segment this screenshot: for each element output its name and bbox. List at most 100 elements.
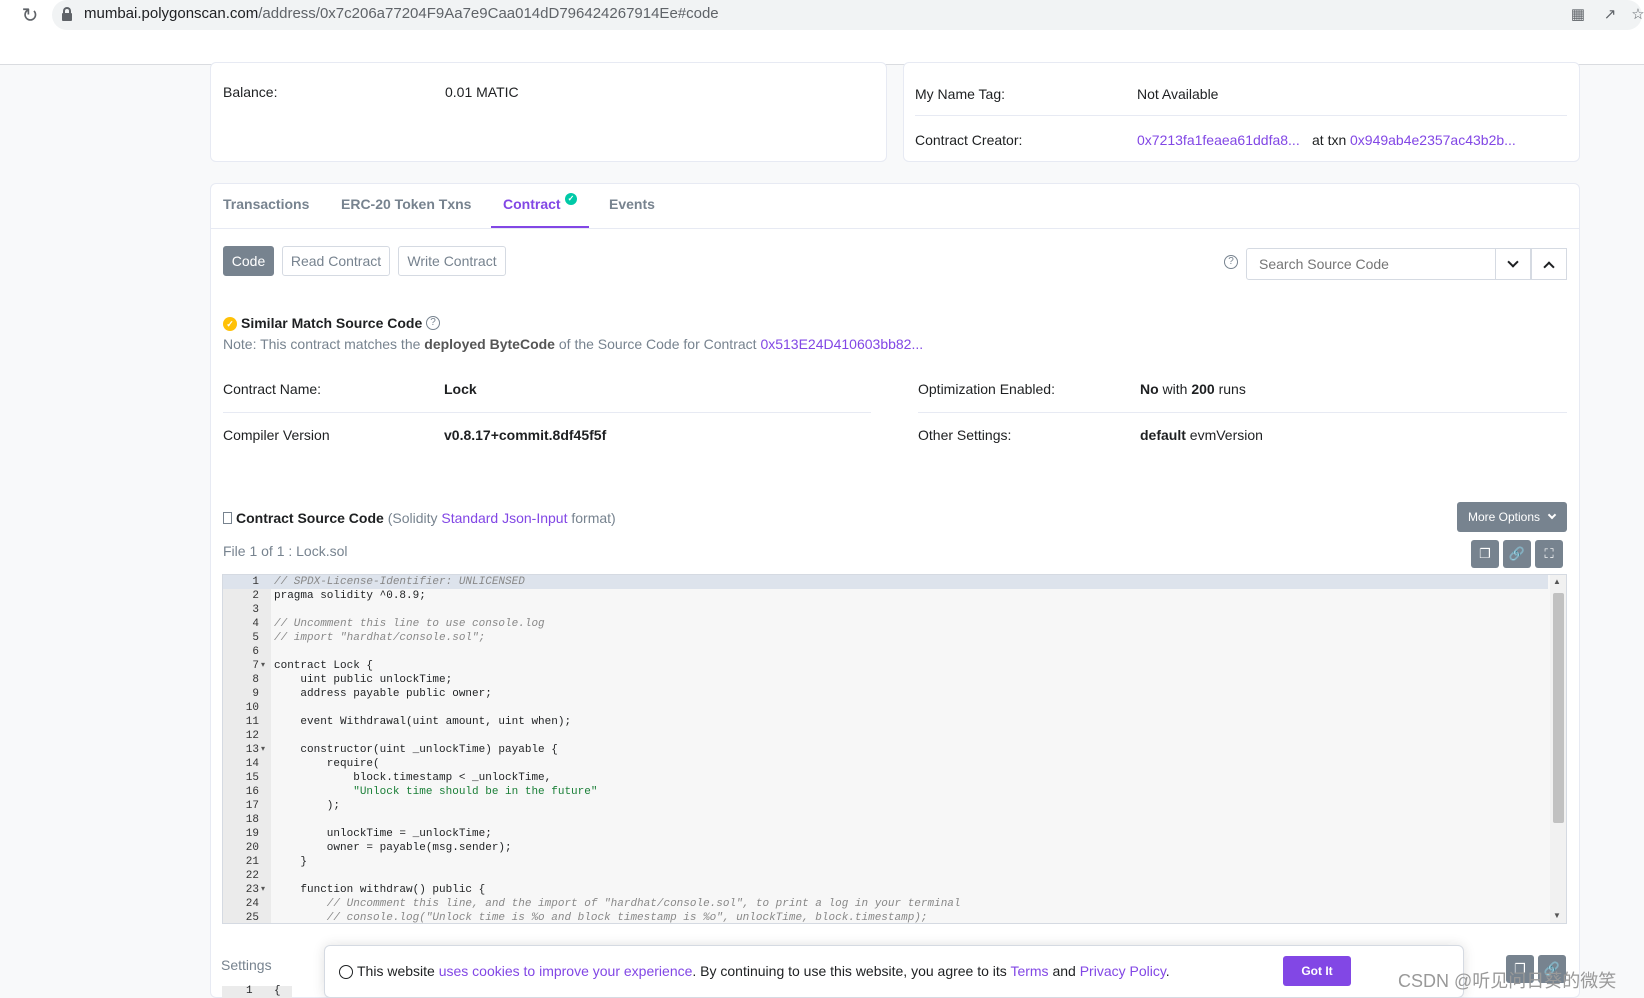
code-line[interactable]: 21 }: [223, 855, 1548, 869]
line-number: 8: [252, 674, 259, 686]
tab-erc20-token-txns[interactable]: ERC-20 Token Txns: [341, 196, 471, 212]
code-line[interactable]: 16 "Unlock time should be in the future": [223, 785, 1548, 799]
code-line[interactable]: 9 address payable public owner;: [223, 687, 1548, 701]
fullscreen-icon[interactable]: ⛶: [1535, 540, 1563, 568]
code-line[interactable]: 6: [223, 645, 1548, 659]
code-line[interactable]: 1 // SPDX-License-Identifier: UNLICENSED: [223, 575, 1548, 589]
more-options-button[interactable]: More Options: [1457, 502, 1567, 532]
translate-icon[interactable]: ▦: [1568, 5, 1588, 25]
code-line[interactable]: 14 require(: [223, 757, 1548, 771]
code-line[interactable]: 4 // Uncomment this line to use console.l…: [223, 617, 1548, 631]
file-icon: [223, 512, 232, 524]
active-tab-indicator: [491, 226, 589, 228]
match-check-icon: ✓: [223, 317, 237, 331]
reload-icon[interactable]: ↻: [18, 4, 42, 28]
code-line[interactable]: 19 unlockTime = _unlockTime;: [223, 827, 1548, 841]
code-text: unlockTime = _unlockTime;: [274, 828, 492, 840]
help-icon[interactable]: ?: [1224, 255, 1238, 269]
copy-icon[interactable]: ❐: [1471, 540, 1499, 568]
line-number: 14: [245, 758, 259, 770]
code-line[interactable]: 11 event Withdrawal(uint amount, uint wh…: [223, 715, 1548, 729]
share-icon[interactable]: ↗: [1600, 5, 1620, 25]
fold-icon[interactable]: ▾: [261, 883, 265, 897]
code-line[interactable]: 17 );: [223, 799, 1548, 813]
contract-source-code-heading: Contract Source Code (Solidity Standard …: [223, 510, 616, 526]
code-editor[interactable]: 1// SPDX-License-Identifier: UNLICENSED 2…: [222, 574, 1567, 924]
code-line[interactable]: 2 pragma solidity ^0.8.9;: [223, 589, 1548, 603]
match-contract-link[interactable]: 0x513E24D410603bb82...: [760, 336, 923, 352]
code-line[interactable]: 10: [223, 701, 1548, 715]
code-line[interactable]: 23 ▾ function withdraw() public {: [223, 883, 1548, 897]
line-number: 1: [252, 576, 259, 588]
code-line[interactable]: 18: [223, 813, 1548, 827]
code-line[interactable]: 22: [223, 869, 1548, 883]
code-line[interactable]: 13 ▾ constructor(uint _unlockTime) payabl…: [223, 743, 1548, 757]
lock-icon[interactable]: [62, 7, 72, 21]
code-line[interactable]: 15 block.timestamp < _unlockTime,: [223, 771, 1548, 785]
contract-creator-label: Contract Creator:: [915, 132, 1023, 148]
read-contract-button[interactable]: Read Contract: [282, 246, 390, 276]
url-text[interactable]: mumbai.polygonscan.com/address/0x7c206a7…: [84, 5, 719, 22]
name-tag-value: Not Available: [1137, 86, 1219, 102]
overview-card: [210, 62, 887, 162]
line-number: 15: [245, 772, 259, 784]
browser-toolbar: ↻ mumbai.polygonscan.com/address/0x7c206…: [0, 0, 1644, 65]
line-number: 11: [245, 716, 259, 728]
tab-contract[interactable]: Contract: [503, 196, 561, 212]
code-line[interactable]: 24 // Uncomment this line, and the impor…: [223, 897, 1548, 911]
settings-editor[interactable]: 1 {: [222, 985, 292, 998]
line-number: 5: [252, 632, 259, 644]
code-line[interactable]: 20 owner = payable(msg.sender);: [223, 841, 1548, 855]
compiler-version-label: Compiler Version: [223, 427, 330, 443]
settings-code: {: [274, 985, 281, 997]
scrollbar-thumb[interactable]: [1553, 593, 1564, 823]
fold-icon[interactable]: ▾: [261, 659, 265, 673]
cookie-icon: [339, 965, 353, 979]
code-button[interactable]: Code: [223, 246, 274, 276]
code-text: function withdraw() public {: [274, 884, 486, 896]
creator-txn-link[interactable]: 0x949ab4e2357ac43b2b...: [1350, 132, 1516, 148]
code-text: owner = payable(msg.sender);: [274, 842, 512, 854]
cookie-text: This website uses cookies to improve you…: [357, 963, 1170, 979]
code-text: // Uncomment this line to use console.lo…: [274, 618, 545, 630]
code-line[interactable]: 12: [223, 729, 1548, 743]
creator-address-link[interactable]: 0x7213fa1feaea61ddfa8...: [1137, 132, 1300, 148]
scroll-down-icon[interactable]: ▼: [1553, 911, 1561, 920]
search-next-button[interactable]: [1495, 248, 1531, 280]
line-number: 6: [252, 646, 259, 658]
search-source-code-input[interactable]: [1246, 248, 1496, 280]
balance-label: Balance:: [223, 84, 278, 100]
line-number: 2: [252, 590, 259, 602]
scroll-up-icon[interactable]: ▲: [1553, 577, 1561, 586]
privacy-policy-link[interactable]: Privacy Policy: [1080, 963, 1166, 979]
code-line[interactable]: 7 ▾ contract Lock {: [223, 659, 1548, 673]
tabs-divider: [211, 228, 1579, 229]
compiler-version-value: v0.8.17+commit.8df45f5f: [444, 427, 607, 443]
got-it-button[interactable]: Got It: [1283, 956, 1351, 986]
fold-icon[interactable]: ▾: [261, 743, 265, 757]
code-text: pragma solidity ^0.8.9;: [274, 590, 426, 602]
link-icon[interactable]: 🔗: [1503, 540, 1531, 568]
match-help-icon[interactable]: ?: [426, 316, 440, 330]
bookmark-star-icon[interactable]: ☆: [1628, 5, 1644, 25]
verified-check-icon: ✓: [565, 193, 577, 205]
standard-json-input-link[interactable]: Standard Json-Input: [441, 510, 567, 526]
code-line[interactable]: 25 // console.log("Unlock time is %o and…: [223, 911, 1548, 923]
code-text: block.timestamp < _unlockTime,: [274, 772, 552, 784]
chevron-down-icon: [1507, 256, 1519, 268]
settings-label: Settings: [221, 957, 272, 973]
write-contract-button[interactable]: Write Contract: [398, 246, 506, 276]
code-line[interactable]: 3: [223, 603, 1548, 617]
similar-match-title: Similar Match Source Code: [241, 315, 423, 331]
tab-transactions[interactable]: Transactions: [223, 196, 309, 212]
code-text: address payable public owner;: [274, 688, 492, 700]
terms-link[interactable]: Terms: [1010, 963, 1048, 979]
code-line[interactable]: 8 uint public unlockTime;: [223, 673, 1548, 687]
code-text: require(: [274, 758, 380, 770]
line-number: 24: [245, 898, 259, 910]
line-number: 7: [252, 660, 259, 672]
search-prev-button[interactable]: [1531, 248, 1567, 280]
tab-events[interactable]: Events: [609, 196, 655, 212]
code-line[interactable]: 5 // import "hardhat/console.sol";: [223, 631, 1548, 645]
cookie-policy-link[interactable]: uses cookies to improve your experience: [439, 963, 693, 979]
